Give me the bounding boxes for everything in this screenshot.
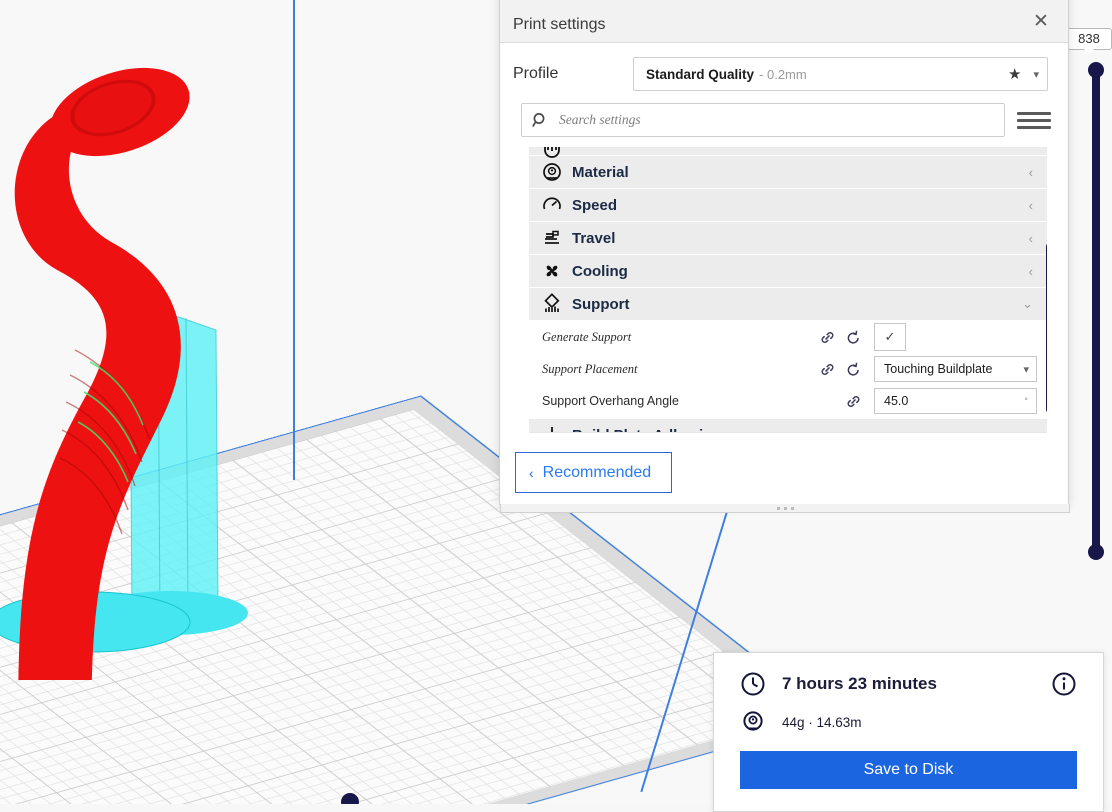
panel-header: Print settings ✕ <box>500 0 1068 43</box>
category-label: Support <box>572 295 630 313</box>
check-icon: ✓ <box>884 329 896 344</box>
setting-control: Touching Buildplate ▾ <box>874 356 1037 382</box>
path-slider-handle[interactable] <box>341 793 359 804</box>
layer-view-slider[interactable] <box>1088 62 1104 560</box>
speed-gauge-icon <box>537 194 567 216</box>
settings-category-cooling[interactable]: Cooling ‹ <box>529 255 1047 287</box>
support-overhang-angle-input[interactable]: 45.0 ° <box>874 388 1037 414</box>
search-row <box>500 91 1068 147</box>
setting-control: ✓ <box>874 323 1037 351</box>
settings-scrollbar[interactable] <box>1046 243 1047 413</box>
print-time: 7 hours 23 minutes <box>782 674 937 693</box>
hamburger-menu-icon[interactable] <box>1017 111 1051 129</box>
layer-slider-upper-handle[interactable] <box>1088 62 1104 78</box>
unit-label: ° <box>1024 396 1028 406</box>
travel-icon <box>537 227 567 249</box>
link-icon[interactable] <box>814 361 840 378</box>
setting-row-support-placement: Support Placement Touching Buildplate ▾ <box>529 353 1047 385</box>
search-icon <box>532 112 545 127</box>
cooling-fan-icon <box>537 260 567 282</box>
layer-slider-track[interactable] <box>1092 70 1100 552</box>
reset-icon[interactable] <box>840 329 866 346</box>
print-settings-panel: Print settings ✕ Profile Standard Qualit… <box>499 0 1070 513</box>
search-input[interactable] <box>557 111 994 129</box>
setting-row-support-overhang-angle: Support Overhang Angle 45.0 ° <box>529 385 1047 417</box>
generate-support-checkbox[interactable]: ✓ <box>874 323 906 351</box>
profile-name: Standard Quality <box>646 66 755 82</box>
close-icon[interactable]: ✕ <box>1028 8 1054 34</box>
layer-slider-lower-handle[interactable] <box>1088 544 1104 560</box>
support-placement-dropdown[interactable]: Touching Buildplate ▾ <box>874 356 1037 382</box>
support-icon <box>537 293 567 315</box>
layer-value-tooltip: 838 <box>1066 28 1112 55</box>
clock-icon <box>741 672 765 696</box>
material-usage: 44g · 14.63m <box>782 714 862 730</box>
settings-category-build-plate-adhesion[interactable]: Build Plate Adhesion ‹ <box>529 419 1047 433</box>
dropdown-value: Touching Buildplate <box>884 362 993 376</box>
settings-category-support[interactable]: Support ⌄ <box>529 288 1047 320</box>
category-label: Speed <box>572 196 618 214</box>
input-value: 45.0 <box>884 394 909 408</box>
chevron-left-icon[interactable]: ‹ <box>1029 198 1037 213</box>
setting-row-generate-support: Generate Support ✓ <box>529 321 1047 353</box>
chevron-left-icon: ‹ <box>529 464 534 481</box>
recommended-label: Recommended <box>542 463 652 481</box>
model-3d-object[interactable] <box>0 30 320 680</box>
profile-select[interactable]: Standard Quality - 0.2mm ★ ▾ <box>633 57 1048 91</box>
material-spool-icon <box>743 711 763 731</box>
settings-category-speed[interactable]: Speed ‹ <box>529 189 1047 221</box>
category-label: Cooling <box>572 262 628 280</box>
recommended-button[interactable]: ‹ Recommended <box>515 452 673 493</box>
adhesion-icon <box>537 424 567 432</box>
profile-layer-height: - 0.2mm <box>759 66 807 82</box>
panel-title: Print settings <box>513 16 606 33</box>
print-time-row: 7 hours 23 minutes <box>740 671 1077 697</box>
settings-list[interactable]: Material ‹ Speed ‹ Travel ‹ Cooling ‹ Su… <box>529 147 1047 433</box>
category-label: Material <box>572 163 629 181</box>
search-box[interactable] <box>521 103 1005 137</box>
infill-icon <box>537 147 567 159</box>
chevron-down-icon[interactable]: ⌄ <box>1022 296 1037 312</box>
setting-control: 45.0 ° <box>874 388 1037 414</box>
settings-category-travel[interactable]: Travel ‹ <box>529 222 1047 254</box>
material-spool-icon <box>537 161 567 183</box>
material-usage-row: 44g · 14.63m <box>740 709 1077 735</box>
panel-footer: ‹ Recommended <box>500 433 1068 504</box>
link-icon[interactable] <box>814 329 840 346</box>
profile-label: Profile <box>513 65 559 82</box>
settings-category-material[interactable]: Material ‹ <box>529 156 1047 188</box>
print-info-card: 7 hours 23 minutes 44g · 14.63m Save to … <box>713 652 1104 812</box>
save-to-disk-button[interactable]: Save to Disk <box>740 751 1077 789</box>
chevron-left-icon[interactable]: ‹ <box>1029 231 1037 246</box>
chevron-left-icon[interactable]: ‹ <box>1029 428 1037 433</box>
profile-row: Profile Standard Quality - 0.2mm ★ ▾ <box>500 43 1068 91</box>
setting-label: Support Placement <box>542 361 638 376</box>
category-label: Build Plate Adhesion <box>572 427 1029 433</box>
panel-resize-handle[interactable] <box>500 504 1070 513</box>
setting-label: Support Overhang Angle <box>542 394 679 408</box>
chevron-left-icon[interactable]: ‹ <box>1029 264 1037 279</box>
star-icon[interactable]: ★ <box>1008 65 1021 83</box>
setting-label: Generate Support <box>542 329 632 344</box>
chevron-down-icon: ▾ <box>1023 363 1029 376</box>
chevron-left-icon[interactable]: ‹ <box>1029 165 1037 180</box>
info-icon[interactable] <box>1051 671 1077 697</box>
link-icon[interactable] <box>840 393 866 410</box>
category-label: Travel <box>572 229 616 247</box>
reset-icon[interactable] <box>840 361 866 378</box>
chevron-down-icon[interactable]: ▾ <box>1033 68 1039 81</box>
settings-category-partial[interactable] <box>529 147 1047 158</box>
